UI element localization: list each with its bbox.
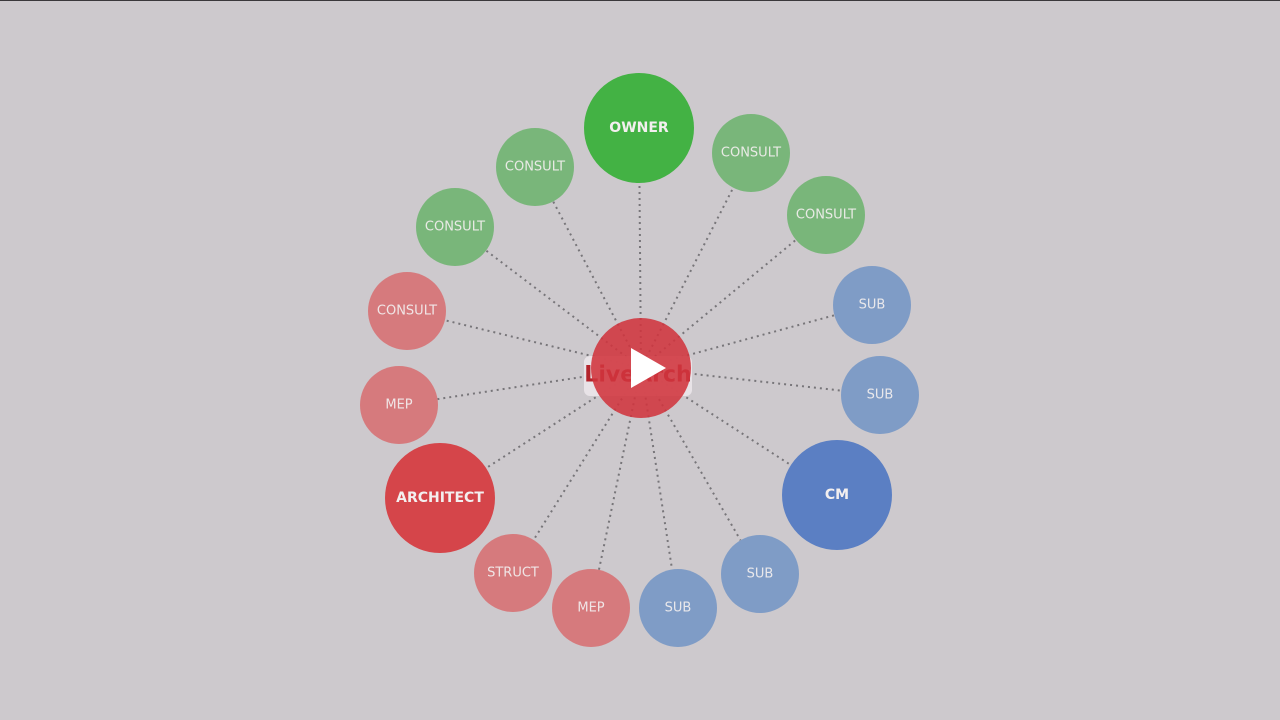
node-sub-4: SUB <box>639 569 717 647</box>
node-architect: ARCHITECT <box>385 443 495 553</box>
center-hub[interactable]: LiveArch <box>584 318 692 418</box>
node-owner: OWNER <box>584 73 694 183</box>
node-label: SUB <box>867 388 894 403</box>
node-consult-green-right-2: CONSULT <box>787 176 865 254</box>
node-label: CONSULT <box>425 220 485 235</box>
node-consult-green-left-1: CONSULT <box>416 188 494 266</box>
node-cm: CM <box>782 440 892 550</box>
node-struct: STRUCT <box>474 534 552 612</box>
node-label: ARCHITECT <box>396 490 484 506</box>
node-sub-1: SUB <box>833 266 911 344</box>
stakeholder-diagram: OWNER CONSULT CONSULT SUB SUB CM SUB SUB MEP STRU… <box>360 73 919 647</box>
node-label: CM <box>825 487 849 503</box>
node-label: STRUCT <box>487 566 539 581</box>
node-label: SUB <box>747 567 774 582</box>
node-label: CONSULT <box>377 304 437 319</box>
node-mep-bottom: MEP <box>552 569 630 647</box>
node-label: CONSULT <box>796 208 856 223</box>
node-sub-3: SUB <box>721 535 799 613</box>
node-sub-2: SUB <box>841 356 919 434</box>
node-label: OWNER <box>609 120 669 136</box>
node-label: SUB <box>665 601 692 616</box>
node-label: CONSULT <box>721 146 781 161</box>
node-consult-green-left-2: CONSULT <box>496 128 574 206</box>
node-consult-green-right-1: CONSULT <box>712 114 790 192</box>
node-label: SUB <box>859 298 886 313</box>
node-consult-red: CONSULT <box>368 272 446 350</box>
node-label: MEP <box>577 601 604 616</box>
node-label: MEP <box>385 398 412 413</box>
node-label: CONSULT <box>505 160 565 175</box>
node-mep-left: MEP <box>360 366 438 444</box>
